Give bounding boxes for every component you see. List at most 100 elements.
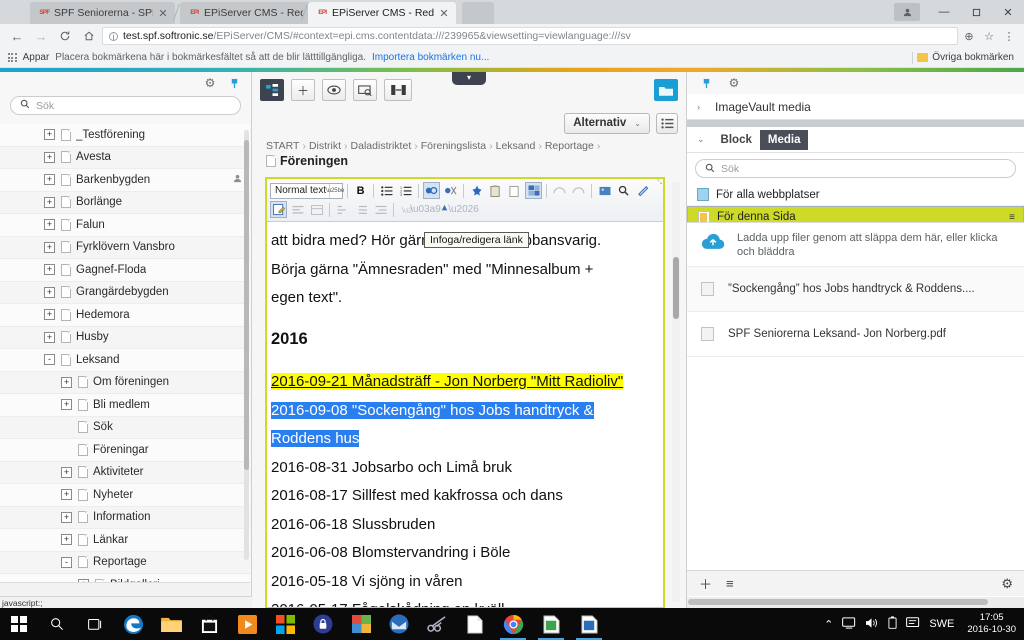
assets-horizontal-scrollbar[interactable] xyxy=(687,597,1024,608)
apps-grid-icon[interactable] xyxy=(8,53,17,62)
show-hidden-icons-button[interactable]: ⌃ xyxy=(824,618,833,631)
minimize-button[interactable]: — xyxy=(928,0,960,24)
gear-icon[interactable]: ⚙ xyxy=(725,74,743,92)
tree-item[interactable]: + Aktiviteter xyxy=(0,461,250,484)
chevron-down-icon[interactable]: ⌄ xyxy=(697,134,705,145)
expand-toggle-icon[interactable]: + xyxy=(44,286,55,298)
collapse-toggle-icon[interactable]: - xyxy=(44,354,55,366)
numbered-list-button[interactable]: 123 xyxy=(397,182,414,199)
home-icon[interactable] xyxy=(78,26,100,46)
breadcrumb[interactable]: START › Distrikt › Daladistriktet › Föreningsl… xyxy=(252,138,686,152)
expand-toggle-icon[interactable]: + xyxy=(44,151,55,163)
maximize-button[interactable] xyxy=(960,0,992,24)
tree-item[interactable]: + Nyheter xyxy=(0,484,250,507)
tree-item[interactable]: + Husby xyxy=(0,326,250,349)
breadcrumb-item[interactable]: Daladistriktet xyxy=(351,140,412,152)
editor-scrollbar[interactable] xyxy=(672,182,680,602)
close-window-button[interactable]: ✕ xyxy=(992,0,1024,24)
tree-item[interactable]: + Information xyxy=(0,506,250,529)
tree-scrollbar[interactable] xyxy=(244,130,249,560)
pin-icon[interactable] xyxy=(225,74,243,92)
expand-toggle-icon[interactable]: + xyxy=(44,331,55,343)
editor-highlighted-link[interactable]: 2016-09-21 Månadsträff - Jon Norberg "Mi… xyxy=(271,373,624,390)
expand-toggle-icon[interactable]: + xyxy=(61,466,72,478)
tree-item[interactable]: + Hedemora xyxy=(0,304,250,327)
site-info-icon[interactable]: i xyxy=(109,31,118,41)
tree-item[interactable]: + Länkar xyxy=(0,529,250,552)
assets-panel-title-row[interactable]: › ImageVault media xyxy=(687,94,1024,120)
breadcrumb-item[interactable]: Föreningslista xyxy=(421,140,486,152)
breadcrumb-item[interactable]: Leksand xyxy=(496,140,536,152)
expand-toggle-icon[interactable]: + xyxy=(61,376,72,388)
folder-context-menu-icon[interactable]: ≡ xyxy=(1009,212,1015,223)
resize-handle-icon[interactable]: ⤡ xyxy=(657,180,662,187)
tree-item[interactable]: + _Testförening xyxy=(0,124,250,147)
reload-icon[interactable] xyxy=(54,26,76,46)
breadcrumb-item[interactable]: Distrikt xyxy=(309,140,341,152)
back-icon[interactable]: ← xyxy=(6,26,28,46)
clear-format-button[interactable] xyxy=(634,182,651,199)
document-button[interactable] xyxy=(456,608,494,640)
rte-content[interactable]: att bidra med? Hör gärna av dig till web… xyxy=(267,225,663,607)
toggle-view-button[interactable] xyxy=(384,79,412,101)
security-button[interactable] xyxy=(304,608,342,640)
file-explorer-button[interactable] xyxy=(152,608,190,640)
insert-image-button[interactable] xyxy=(468,182,485,199)
tree-item[interactable]: Sök xyxy=(0,416,250,439)
compare-button[interactable] xyxy=(353,79,377,101)
pin-icon[interactable] xyxy=(697,74,715,92)
tree-item[interactable]: + Barkenbygden xyxy=(0,169,250,192)
bullet-list-button[interactable] xyxy=(378,182,395,199)
apps-label[interactable]: Appar xyxy=(23,52,50,63)
media-player-button[interactable] xyxy=(228,608,266,640)
tree-item[interactable]: + Grangärdebygden xyxy=(0,281,250,304)
search-button[interactable] xyxy=(615,182,632,199)
breadcrumb-item[interactable]: START xyxy=(266,140,299,152)
preview-button[interactable] xyxy=(322,79,346,101)
expand-toggle-icon[interactable]: + xyxy=(44,129,55,141)
office-button[interactable] xyxy=(266,608,304,640)
remove-link-button[interactable] xyxy=(442,182,459,199)
page-structure-button[interactable] xyxy=(260,79,284,101)
assets-panel-button[interactable] xyxy=(654,79,678,101)
calc-button[interactable] xyxy=(532,608,570,640)
bold-button[interactable]: B xyxy=(352,182,369,199)
tab-block[interactable]: Block xyxy=(713,130,760,150)
tree-item[interactable]: +Bildgalleri xyxy=(0,574,250,582)
tree-item[interactable]: + Borlänge xyxy=(0,191,250,214)
chevron-right-icon[interactable]: › xyxy=(697,102,700,112)
network-icon[interactable] xyxy=(842,616,856,632)
insert-link-button[interactable] xyxy=(423,182,441,199)
tree-item[interactable]: - Leksand xyxy=(0,349,250,372)
rich-text-editor[interactable]: Normal text \u25be B 123 ⤡ \u2 \u03a9 \u… xyxy=(265,177,665,609)
expand-toggle-icon[interactable]: + xyxy=(44,174,55,186)
expand-toggle-icon[interactable]: + xyxy=(61,489,72,501)
expand-toggle-icon[interactable]: + xyxy=(44,196,55,208)
action-center-icon[interactable] xyxy=(906,616,920,632)
options-button[interactable]: Alternativ ⌄ xyxy=(564,112,650,134)
paste-plain-button[interactable] xyxy=(506,182,523,199)
expand-toggle-icon[interactable]: + xyxy=(44,219,55,231)
tree-item[interactable]: + Avesta xyxy=(0,146,250,169)
task-view-button[interactable] xyxy=(76,608,114,640)
bookmark-star-icon[interactable]: ☆ xyxy=(980,30,998,43)
browser-tab-3[interactable]: EPI EPiServer CMS - Rediger ✕ xyxy=(308,2,456,24)
file-row[interactable]: SPF Seniorerna Leksand- Jon Norberg.pdf xyxy=(687,312,1024,357)
navigation-search-field[interactable]: Sök xyxy=(10,96,241,115)
tab-media[interactable]: Media xyxy=(759,129,809,150)
special-char-button[interactable]: \u03a9 xyxy=(410,201,441,218)
chrome-menu-icon[interactable]: ⋮ xyxy=(1000,30,1018,43)
add-asset-button[interactable]: ＋ xyxy=(699,574,712,593)
gear-icon[interactable]: ⚙ xyxy=(201,74,219,92)
add-button[interactable]: ＋ xyxy=(291,79,315,101)
expand-toggle-icon[interactable]: + xyxy=(61,534,72,546)
battery-icon[interactable] xyxy=(888,616,897,632)
expand-toggle-icon[interactable]: + xyxy=(44,241,55,253)
search-button[interactable] xyxy=(38,608,76,640)
insert-table-button[interactable] xyxy=(308,201,325,218)
thunderbird-button[interactable] xyxy=(380,608,418,640)
tree-item[interactable]: + Fyrklövern Vansbro xyxy=(0,236,250,259)
redo-button[interactable] xyxy=(570,182,587,199)
language-indicator[interactable]: SWE xyxy=(929,618,954,630)
other-bookmarks-button[interactable]: Övriga bokmärken xyxy=(912,51,1016,64)
